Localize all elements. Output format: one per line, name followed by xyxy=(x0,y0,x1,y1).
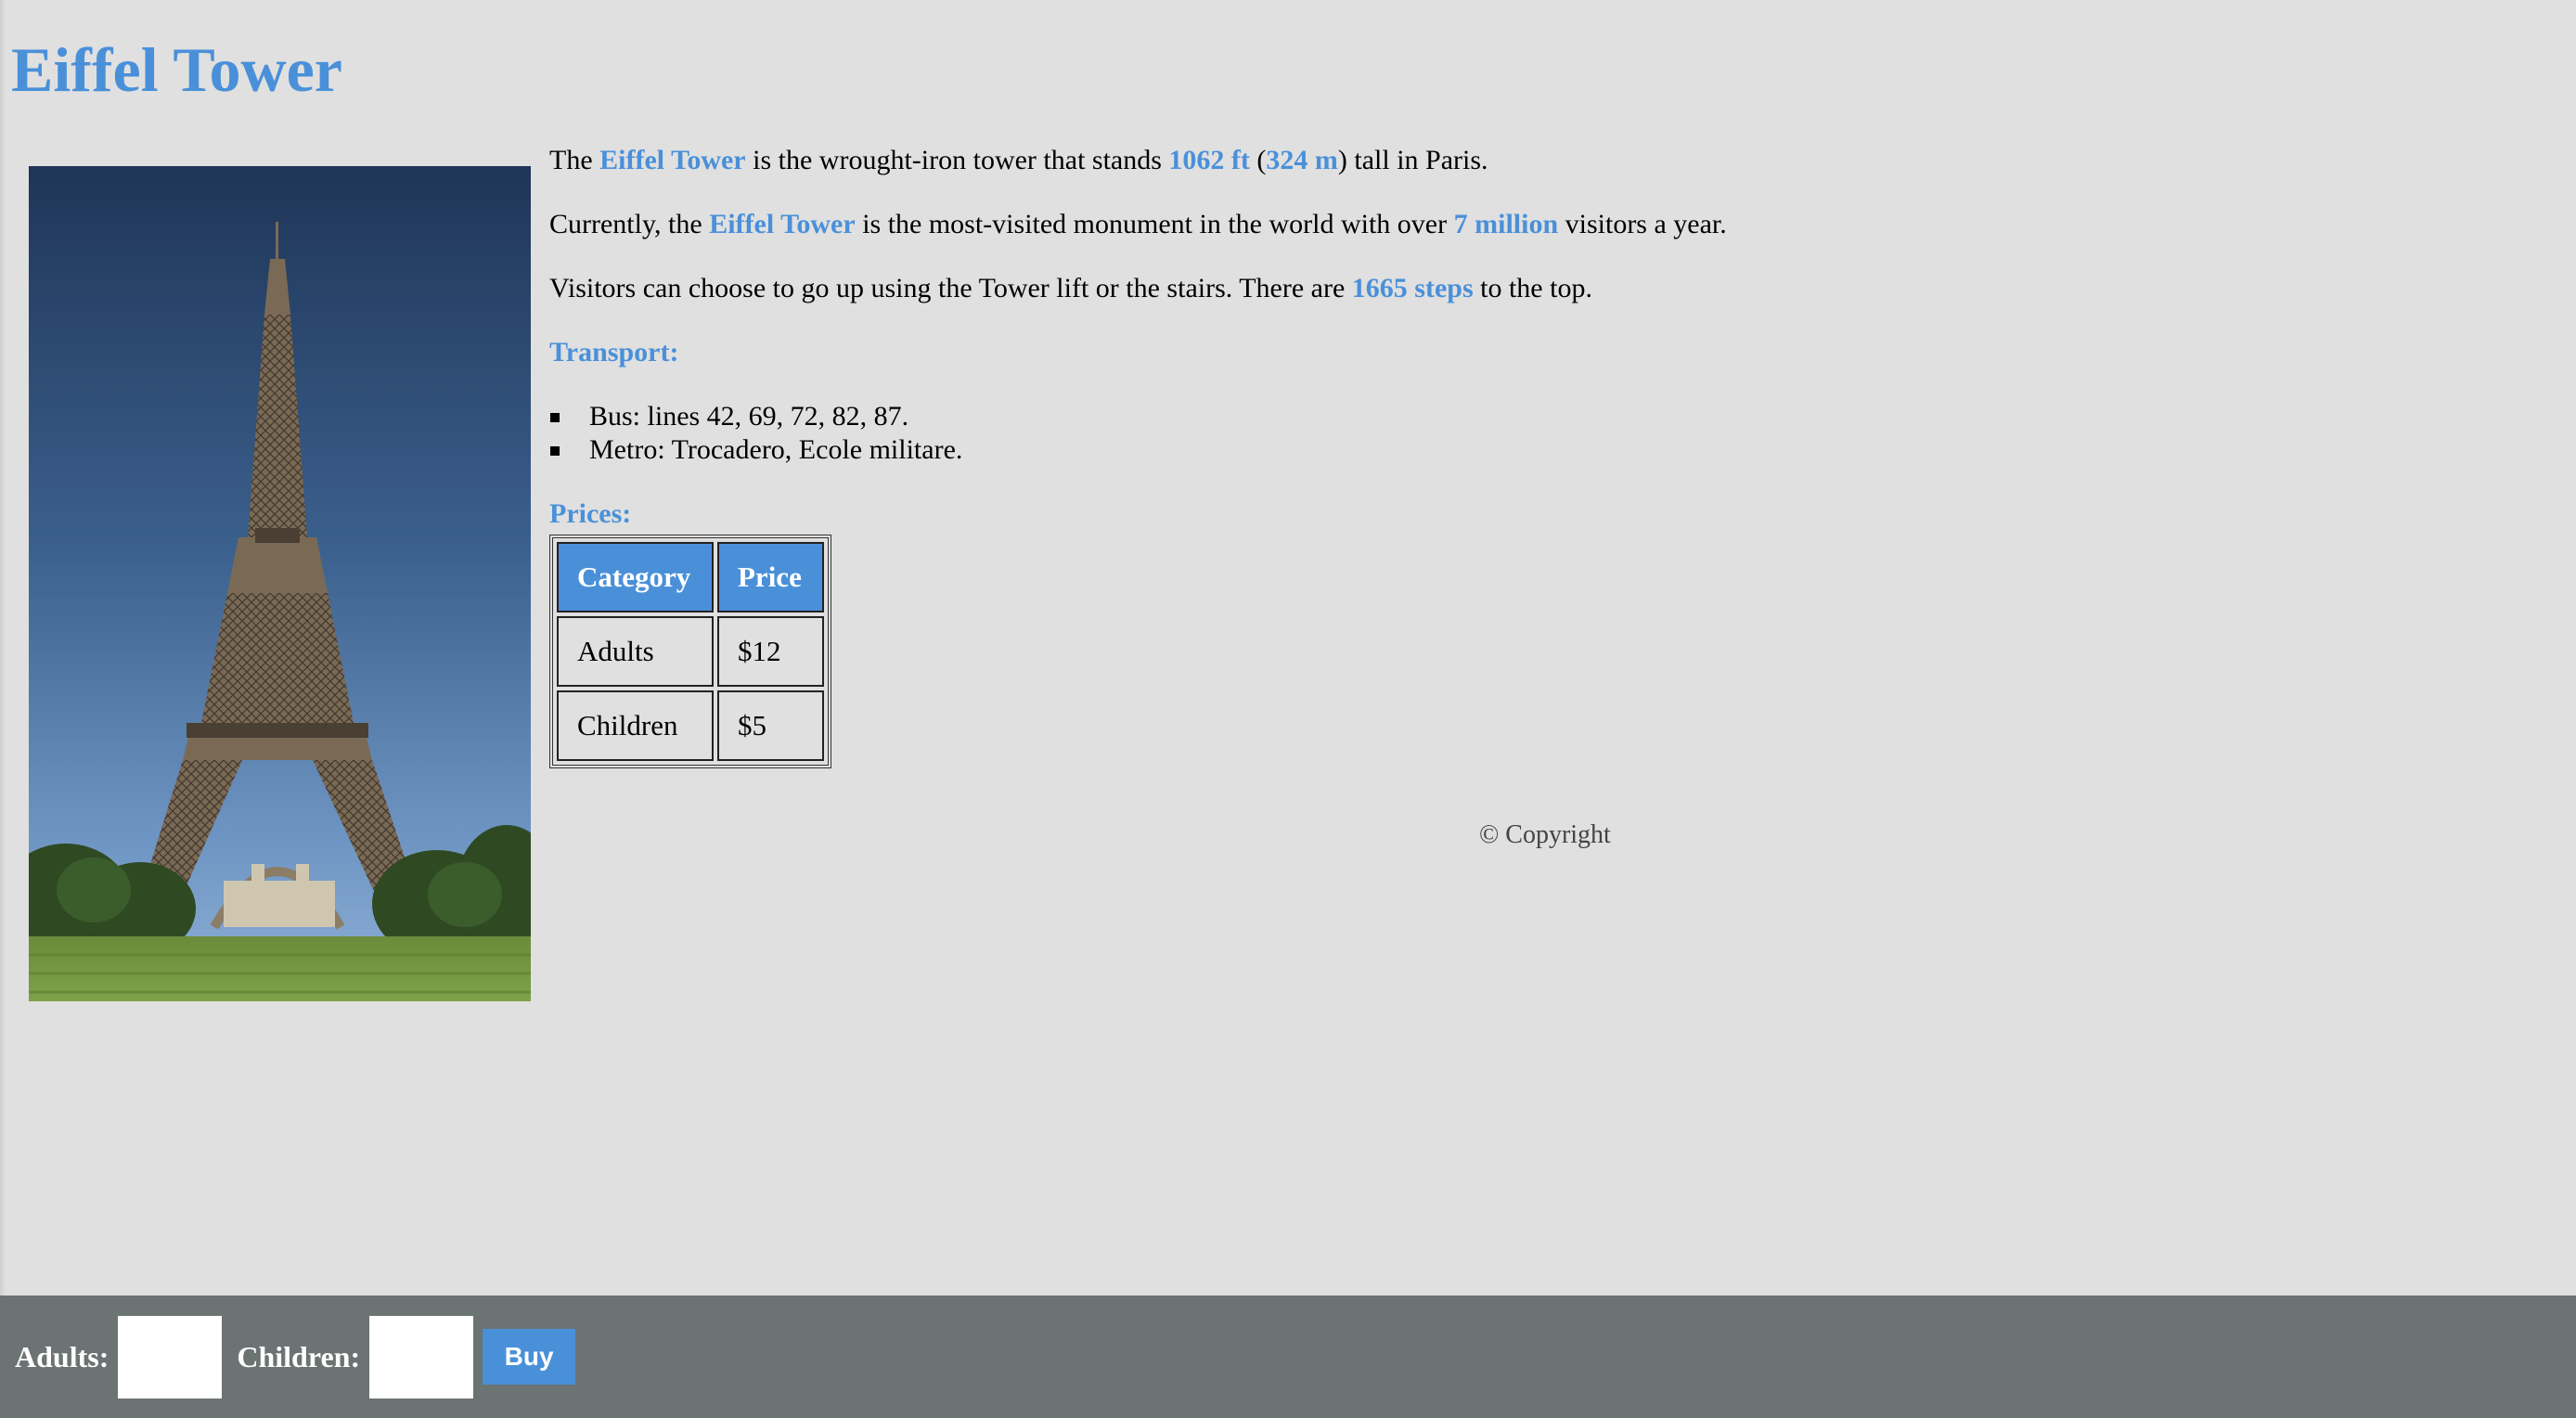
intro-text: visitors a year. xyxy=(1558,209,1727,239)
eiffel-tower-photo xyxy=(29,166,531,1001)
transport-heading: Transport: xyxy=(549,337,679,367)
height-m-highlight: 324 m xyxy=(1266,145,1338,175)
intro-text: is the most-visited monument in the worl… xyxy=(855,209,1454,239)
transport-list: Bus: lines 42, 69, 72, 82, 87. Metro: Tr… xyxy=(549,400,2498,467)
buy-button[interactable]: Buy xyxy=(483,1329,576,1385)
column-header-price: Price xyxy=(717,542,824,612)
prices-table: Category Price Adults $12 Children $5 xyxy=(549,535,831,768)
page-edge xyxy=(0,0,6,1296)
intro-paragraph-height: The Eiffel Tower is the wrought-iron tow… xyxy=(549,144,2498,177)
intro-paragraph-steps: Visitors can choose to go up using the T… xyxy=(549,272,2498,305)
intro-text: Currently, the xyxy=(549,209,710,239)
intro-text: ( xyxy=(1249,145,1267,175)
page-title: Eiffel Tower xyxy=(11,34,342,105)
visitors-highlight: 7 million xyxy=(1453,209,1559,239)
children-label: Children: xyxy=(237,1339,361,1373)
adults-quantity-input[interactable] xyxy=(118,1315,223,1399)
intro-text: to the top. xyxy=(1473,273,1592,303)
intro-text: Visitors can choose to go up using the T… xyxy=(549,273,1352,303)
main-content: The Eiffel Tower is the wrought-iron tow… xyxy=(549,144,2498,768)
table-cell-category: Adults xyxy=(557,616,714,687)
table-header-row: Category Price xyxy=(557,542,824,612)
list-item: Metro: Trocadero, Ecole militare. xyxy=(549,433,2498,467)
intro-text: is the wrought-iron tower that stands xyxy=(745,145,1169,175)
intro-text: The xyxy=(549,145,600,175)
prices-heading: Prices: xyxy=(549,498,632,529)
purchase-bar: Adults: Children: Buy xyxy=(0,1296,2576,1418)
intro-paragraph-visitors: Currently, the Eiffel Tower is the most-… xyxy=(549,208,2498,241)
table-cell-category: Children xyxy=(557,690,714,761)
tower-name-highlight: Eiffel Tower xyxy=(709,209,856,239)
table-row: Adults $12 xyxy=(557,616,824,687)
steps-highlight: 1665 steps xyxy=(1351,273,1474,303)
column-header-category: Category xyxy=(557,542,714,612)
height-ft-highlight: 1062 ft xyxy=(1168,145,1250,175)
copyright-footer: © Copyright xyxy=(1479,820,1611,849)
table-cell-price: $12 xyxy=(717,616,824,687)
adults-label: Adults: xyxy=(15,1339,109,1373)
children-quantity-input[interactable] xyxy=(369,1315,474,1399)
tower-name-highlight: Eiffel Tower xyxy=(599,145,746,175)
list-item: Bus: lines 42, 69, 72, 82, 87. xyxy=(549,400,2498,433)
table-cell-price: $5 xyxy=(717,690,824,761)
intro-text: ) tall in Paris. xyxy=(1337,145,1488,175)
table-row: Children $5 xyxy=(557,690,824,761)
